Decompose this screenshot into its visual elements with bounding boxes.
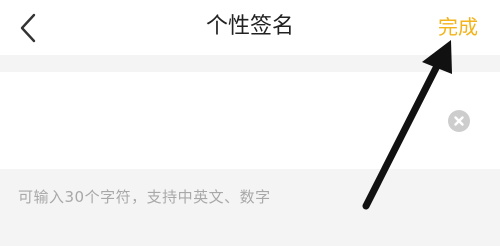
clear-circle-icon	[448, 110, 470, 132]
character-limit-hint: 可输入30个字符，支持中英文、数字	[18, 188, 271, 206]
done-button[interactable]: 完成	[438, 13, 478, 41]
signature-input-panel	[0, 72, 500, 171]
page-title: 个性签名	[205, 14, 294, 39]
clear-button[interactable]	[448, 110, 470, 132]
top-nav-bar: 个性签名 完成	[0, 0, 500, 55]
signature-input[interactable]	[18, 72, 442, 171]
